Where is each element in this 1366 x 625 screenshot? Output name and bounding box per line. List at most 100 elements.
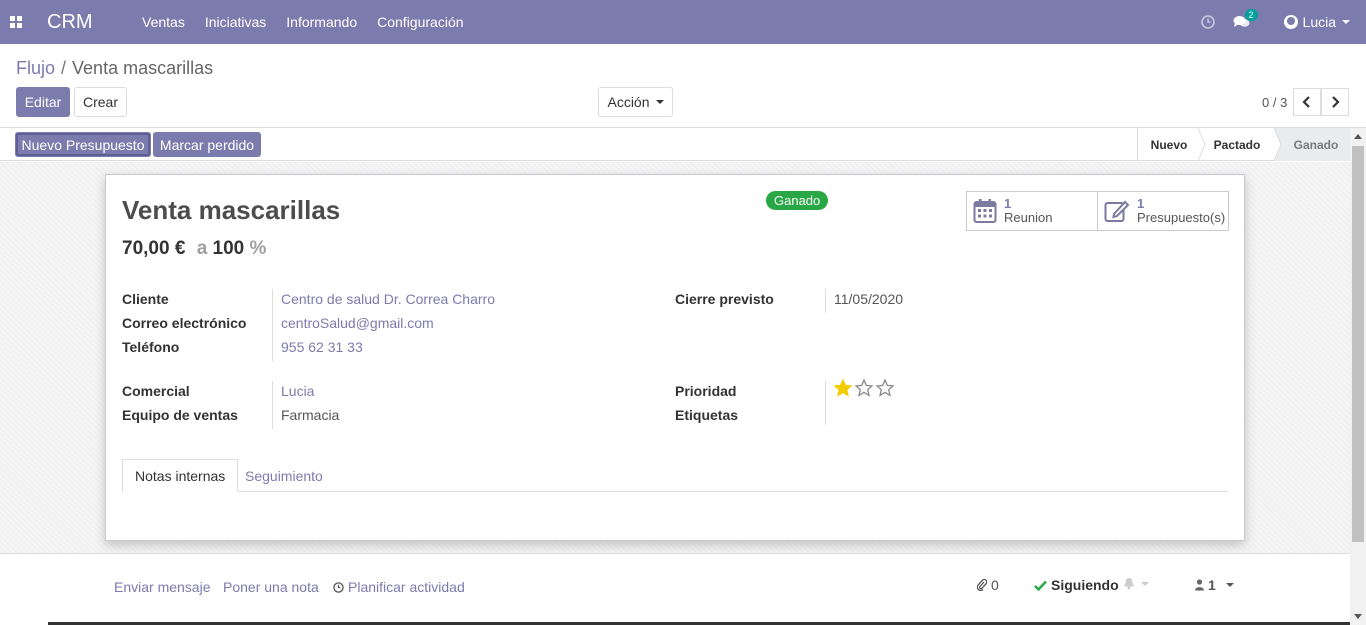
tab-follow-up[interactable]: Seguimiento — [233, 459, 335, 492]
breadcrumb: Flujo / Venta mascarillas — [16, 58, 213, 79]
scrollbar-thumb[interactable] — [1352, 146, 1364, 542]
field-divider — [825, 381, 826, 425]
schedule-activity-button[interactable]: Planificar actividad — [333, 579, 465, 595]
stage-label: Nuevo — [1150, 137, 1188, 152]
chatter: Enviar mensaje Poner una nota Planificar… — [0, 555, 1350, 625]
stage-label: Pactado — [1213, 137, 1261, 152]
messaging-icon[interactable]: 2 — [1233, 9, 1258, 29]
avatar — [1283, 15, 1298, 29]
chevron-left-icon — [1302, 96, 1310, 108]
scroll-down-icon[interactable] — [1354, 614, 1362, 619]
closing-label: Cierre previsto — [675, 291, 774, 307]
following-label: Siguiendo — [1051, 577, 1119, 593]
paperclip-icon — [977, 579, 987, 591]
sales-team-field[interactable]: Farmacia — [281, 407, 339, 423]
chevron-right-icon — [1332, 96, 1340, 108]
record-title: Venta mascarillas — [122, 195, 341, 225]
new-quotation-button[interactable]: Nuevo Presupuesto — [15, 132, 151, 157]
check-icon — [1034, 580, 1047, 591]
star-filled-icon[interactable] — [834, 379, 852, 397]
closing-date-field[interactable]: 11/05/2020 — [834, 291, 903, 307]
bell-icon — [1124, 578, 1134, 590]
user-icon — [1195, 579, 1204, 591]
field-divider — [272, 381, 273, 429]
top-menu: Ventas Iniciativas Informando Configurac… — [142, 14, 484, 30]
stage-label: Ganado — [1293, 137, 1339, 152]
edit-icon — [1104, 199, 1130, 223]
star-empty-icon[interactable] — [855, 379, 873, 397]
log-note-button[interactable]: Poner una nota — [223, 579, 319, 595]
tab-internal-notes[interactable]: Notas internas — [122, 459, 239, 492]
email-field[interactable]: centroSalud@gmail.com — [281, 315, 434, 331]
followers-dropdown[interactable]: 1 — [1195, 577, 1234, 593]
stage-arrow — [1274, 128, 1282, 161]
statusbar: Nuevo Presupuesto Marcar perdido Nuevo P… — [0, 128, 1350, 161]
breadcrumb-current: Venta mascarillas — [72, 58, 214, 78]
field-divider — [272, 289, 273, 361]
revenue-value: 70,00 € — [122, 238, 186, 259]
chevron-down-icon — [1225, 583, 1234, 587]
pager-previous-button[interactable] — [1293, 88, 1321, 116]
won-ribbon: Ganado — [766, 191, 829, 210]
send-message-button[interactable]: Enviar mensaje — [114, 579, 211, 595]
customer-label: Cliente — [122, 291, 169, 307]
stage-ganado[interactable]: Ganado — [1274, 128, 1350, 161]
edit-button[interactable]: Editar — [16, 87, 70, 117]
salesperson-field[interactable]: Lucia — [281, 383, 314, 399]
schedule-activity-label: Planificar actividad — [348, 579, 465, 595]
form-sheet: Ganado 1 Reunion 1 Presupuesto(s) Venta … — [105, 174, 1245, 541]
notebook-tabs: Notas internas Seguimiento — [122, 459, 1228, 492]
quotations-label: Presupuesto(s) — [1137, 210, 1226, 225]
field-divider — [825, 289, 826, 313]
menu-ventas[interactable]: Ventas — [142, 14, 185, 30]
phone-label: Teléfono — [122, 339, 180, 355]
app-brand[interactable]: CRM — [47, 11, 139, 34]
mark-lost-button[interactable]: Marcar perdido — [153, 132, 261, 157]
breadcrumb-parent[interactable]: Flujo — [16, 58, 55, 78]
meetings-smart-button[interactable]: 1 Reunion — [966, 191, 1098, 231]
activity-clock-icon[interactable] — [1200, 15, 1215, 29]
pager-value[interactable]: 0 / 3 — [1262, 95, 1287, 110]
chevron-down-icon — [655, 100, 664, 104]
priority-label: Prioridad — [675, 383, 737, 399]
attachments-button[interactable]: 0 — [977, 577, 999, 593]
action-dropdown[interactable]: Acción — [598, 87, 673, 117]
percent-sign: % — [249, 238, 267, 259]
expected-revenue: 70,00 € a 100 % — [122, 238, 266, 260]
pager-next-button[interactable] — [1321, 88, 1349, 116]
messaging-badge: 2 — [1244, 9, 1258, 21]
salesperson-label: Comercial — [122, 383, 190, 399]
tags-label: Etiquetas — [675, 407, 739, 423]
main-navbar: CRM Ventas Iniciativas Informando Config… — [0, 0, 1366, 44]
probability-value: 100 — [212, 238, 245, 259]
meetings-count: 1 — [1004, 196, 1012, 211]
attachments-count: 0 — [991, 577, 999, 593]
menu-configuracion[interactable]: Configuración — [377, 14, 463, 30]
menu-iniciativas[interactable]: Iniciativas — [205, 14, 266, 30]
create-button[interactable]: Crear — [74, 87, 127, 117]
user-name: Lucia — [1302, 14, 1336, 30]
email-label: Correo electrónico — [122, 315, 247, 331]
chevron-down-icon — [1141, 581, 1149, 586]
star-empty-icon[interactable] — [876, 379, 894, 397]
meetings-label: Reunion — [1004, 210, 1053, 225]
phone-field[interactable]: 955 62 31 33 — [281, 339, 363, 355]
quotations-smart-button[interactable]: 1 Presupuesto(s) — [1097, 191, 1229, 231]
customer-field[interactable]: Centro de salud Dr. Correa Charro — [281, 291, 495, 307]
follow-button[interactable]: Siguiendo — [1034, 577, 1119, 593]
notifications-dropdown[interactable] — [1123, 577, 1149, 590]
stage-nuevo[interactable]: Nuevo — [1138, 128, 1206, 161]
menu-informando[interactable]: Informando — [286, 14, 357, 30]
user-menu[interactable]: Lucia — [1283, 14, 1350, 30]
page-scrollbar[interactable] — [1350, 128, 1366, 625]
apps-menu-icon[interactable] — [0, 0, 32, 44]
clock-icon — [333, 581, 344, 593]
sales-team-label: Equipo de ventas — [122, 407, 238, 423]
stage-pactado[interactable]: Pactado — [1200, 128, 1274, 161]
at-label: a — [196, 238, 208, 259]
scroll-up-icon[interactable] — [1354, 134, 1362, 139]
stage-pipeline: Nuevo Pactado Ganado — [1137, 128, 1350, 161]
followers-count: 1 — [1208, 577, 1216, 593]
action-label: Acción — [607, 94, 650, 110]
navbar-systray: 2 Lucia — [1200, 0, 1366, 44]
